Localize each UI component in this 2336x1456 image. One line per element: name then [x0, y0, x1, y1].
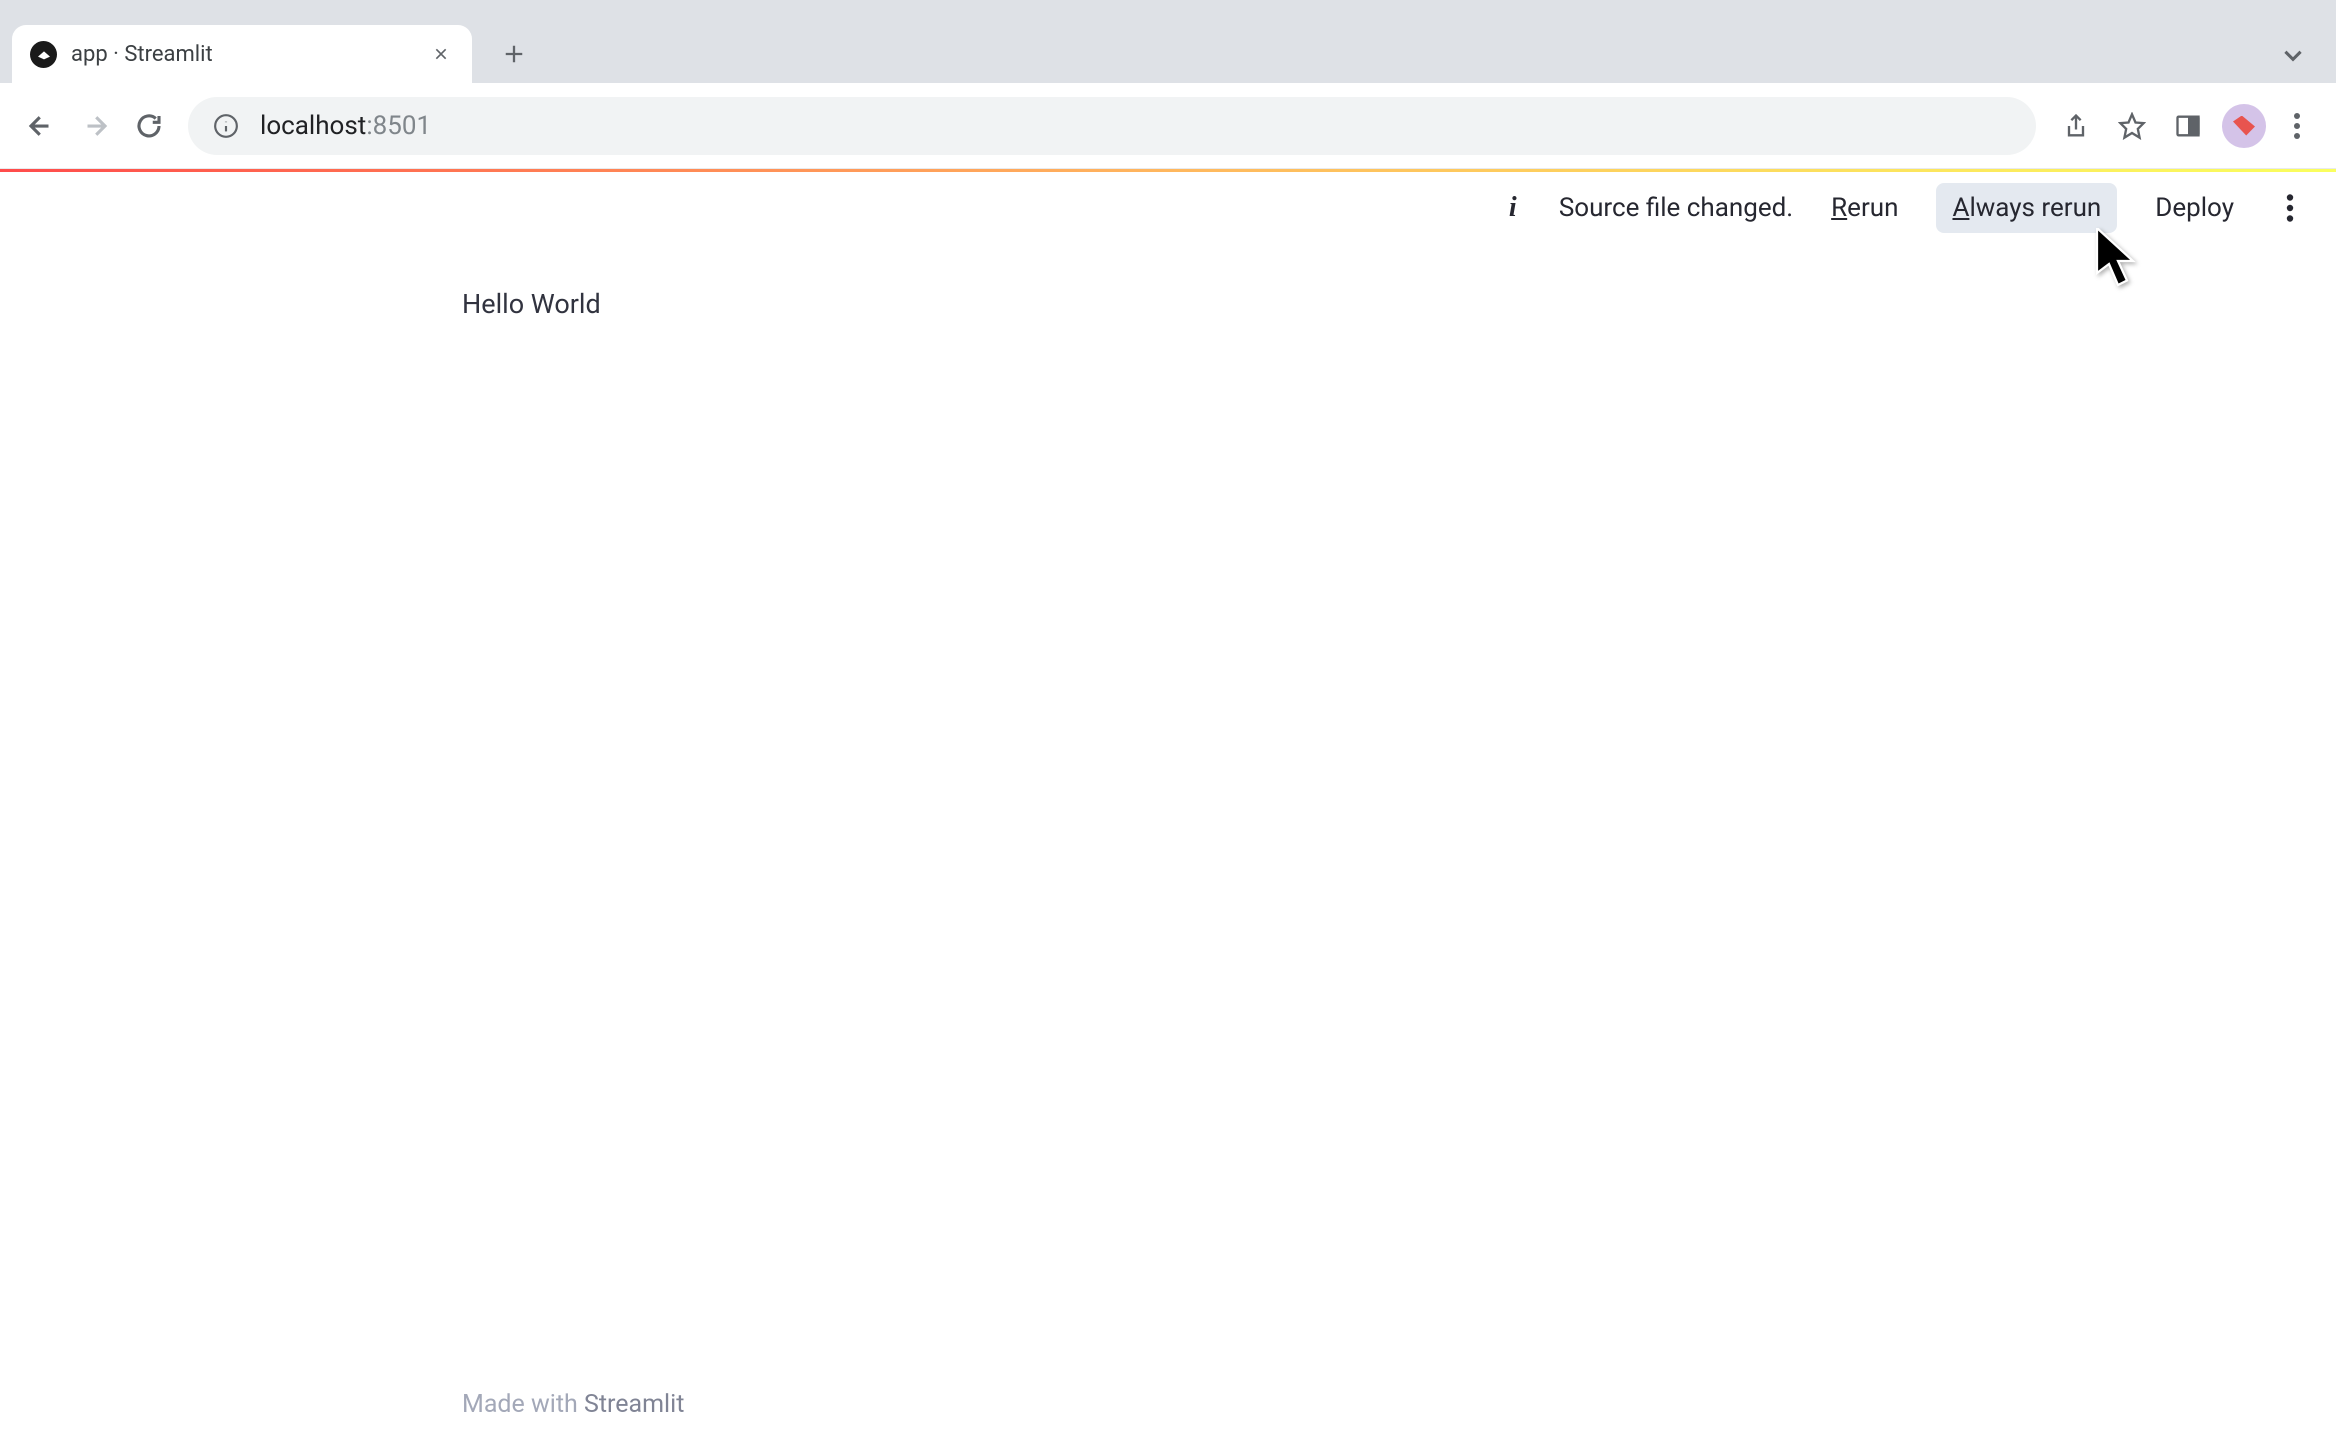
always-rerun-button[interactable]: Always rerun [1936, 183, 2117, 233]
forward-button[interactable] [68, 99, 122, 153]
status-text: Source file changed. [1559, 193, 1793, 223]
browser-tab-strip: app · Streamlit [0, 0, 2336, 83]
side-panel-icon[interactable] [2163, 101, 2213, 151]
bookmark-icon[interactable] [2107, 101, 2157, 151]
share-icon[interactable] [2051, 101, 2101, 151]
app-content: Hello World [0, 244, 2336, 320]
deploy-button[interactable]: Deploy [2139, 183, 2250, 233]
browser-tab[interactable]: app · Streamlit [12, 25, 472, 83]
streamlit-favicon [30, 41, 57, 68]
browser-toolbar: localhost:8501 [0, 83, 2336, 169]
back-button[interactable] [14, 99, 68, 153]
browser-menu-button[interactable] [2272, 101, 2322, 151]
close-tab-button[interactable] [428, 41, 454, 67]
tablist-dropdown-button[interactable] [2280, 42, 2306, 72]
url-host: localhost [260, 111, 366, 141]
url-port: :8501 [366, 111, 431, 141]
footer-brand[interactable]: Streamlit [584, 1390, 684, 1419]
footer-prefix: Made with [462, 1390, 584, 1419]
app-menu-button[interactable] [2272, 190, 2308, 226]
app-footer: Made with Streamlit [462, 1390, 684, 1419]
reload-button[interactable] [122, 99, 176, 153]
new-tab-button[interactable] [490, 30, 538, 78]
profile-avatar[interactable] [2222, 104, 2266, 148]
rerun-button[interactable]: Rerun [1815, 183, 1914, 233]
app-header: i Source file changed. Rerun Always reru… [0, 172, 2336, 244]
main-text: Hello World [462, 288, 2336, 320]
tab-title: app · Streamlit [71, 42, 428, 67]
running-status-icon: i [1497, 192, 1529, 224]
address-bar[interactable]: localhost:8501 [188, 97, 2036, 155]
site-info-icon[interactable] [212, 112, 240, 140]
